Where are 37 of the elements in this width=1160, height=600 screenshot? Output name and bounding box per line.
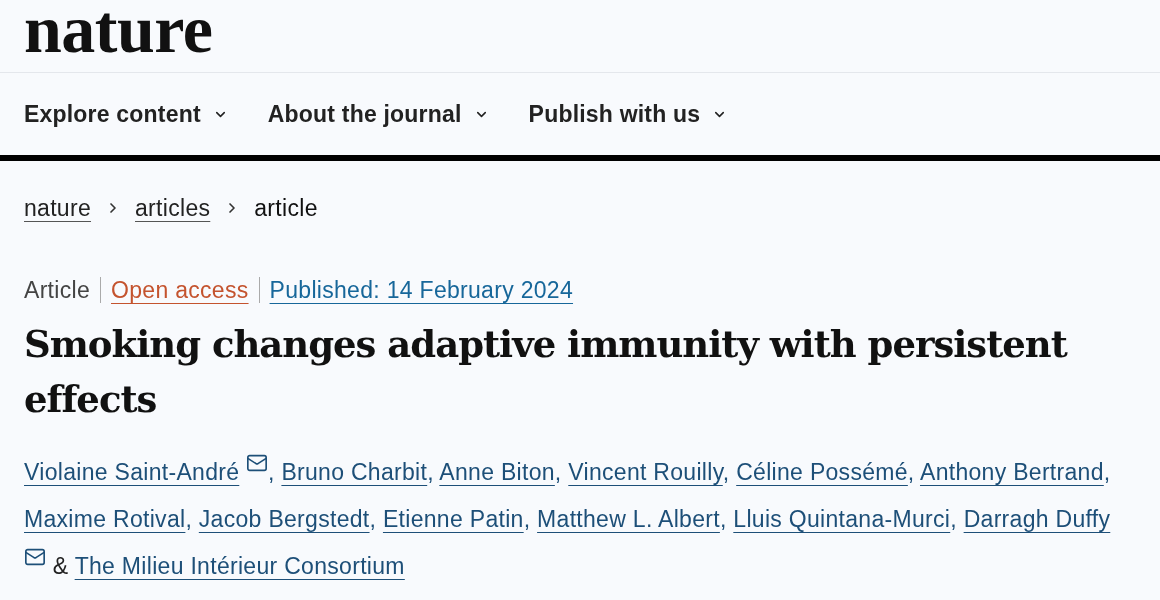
author-separator: ,	[427, 459, 434, 485]
author-link[interactable]: Violaine Saint-André	[24, 459, 240, 485]
author-link[interactable]: Bruno Charbit	[281, 459, 428, 485]
published-date-link[interactable]: Published: 14 February 2024	[269, 277, 574, 303]
article-title: Smoking changes adaptive immunity with persistent effects	[24, 321, 1069, 423]
author-separator: ,	[719, 506, 727, 532]
author-separator: ,	[185, 506, 193, 532]
author-separator: ,	[523, 506, 531, 532]
nav-menu-button[interactable]: About the journal	[267, 96, 489, 132]
author-link[interactable]: Lluis Quintana-Murci	[733, 506, 951, 532]
author-separator: ,	[268, 459, 275, 485]
author-link[interactable]: Anne Biton	[439, 459, 555, 485]
breadcrumb-current: article	[254, 194, 318, 223]
nav-menu-button[interactable]: Explore content	[24, 96, 228, 132]
author-link[interactable]: Vincent Rouilly	[568, 459, 723, 485]
open-access-link[interactable]: Open access	[111, 277, 249, 303]
author-link[interactable]: Matthew L. Albert	[537, 506, 720, 532]
envelope-icon[interactable]	[246, 452, 268, 474]
breadcrumb-link[interactable]: articles	[135, 193, 211, 223]
envelope-icon[interactable]	[24, 546, 46, 568]
author-separator: &	[52, 553, 69, 579]
author-separator: ,	[369, 506, 377, 532]
author-link[interactable]: The Milieu Intérieur Consortium	[74, 553, 405, 579]
breadcrumb-link[interactable]: nature	[24, 193, 91, 223]
article-type: Article	[24, 277, 90, 303]
author-separator: ,	[907, 459, 915, 485]
author-separator: ,	[1103, 459, 1111, 485]
author-link[interactable]: Anthony Bertrand	[920, 459, 1104, 485]
nature-logo[interactable]: nature	[24, 0, 213, 59]
author-link[interactable]: Maxime Rotival	[24, 506, 186, 532]
author-link[interactable]: Etienne Patin	[382, 506, 524, 532]
author-link[interactable]: Darragh Duffy	[963, 506, 1111, 532]
author-separator: ,	[554, 459, 562, 485]
author-link[interactable]: Céline Possémé	[736, 459, 908, 485]
author-link[interactable]: Jacob Bergstedt	[198, 506, 370, 532]
author-separator: ,	[950, 506, 957, 532]
nav-menu-button[interactable]: Publish with us	[528, 96, 728, 132]
